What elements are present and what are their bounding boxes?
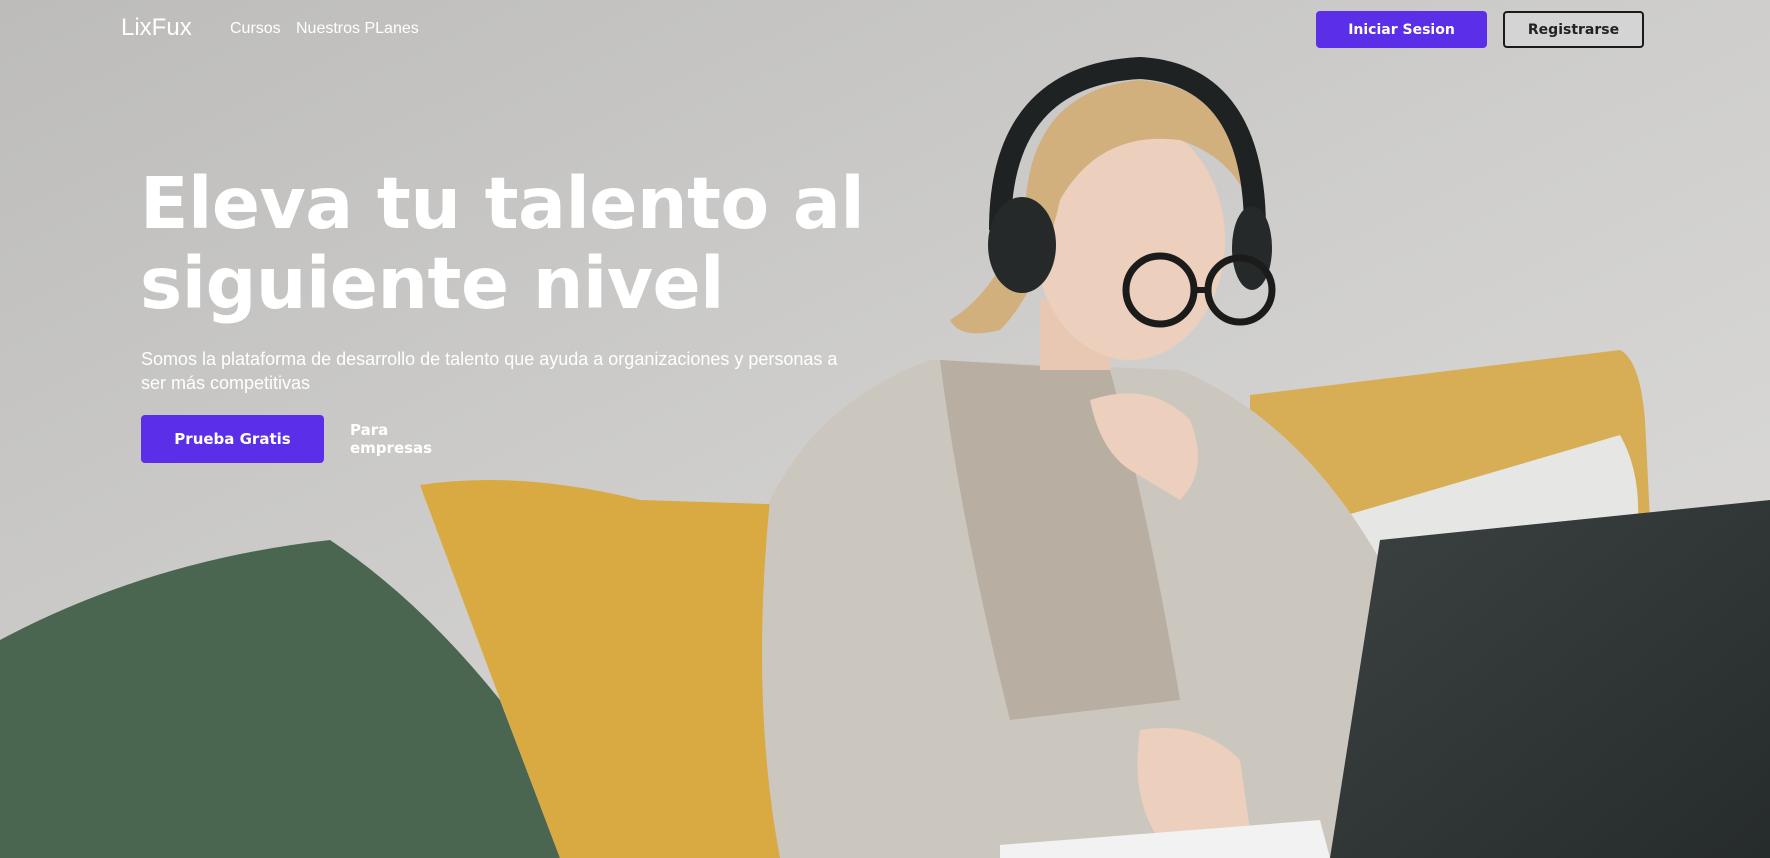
nav-link-nuestros-planes[interactable]: Nuestros PLanes <box>296 20 419 38</box>
hero-subtitle: Somos la plataforma de desarrollo de tal… <box>141 349 838 393</box>
hero-headline-line1: Eleva tu talento al <box>140 162 865 245</box>
hero-headline: Eleva tu talento al siguiente nivel <box>140 164 900 324</box>
brand-logo[interactable]: LixFux <box>121 14 192 42</box>
for-business-link[interactable]: Para empresas <box>350 415 470 463</box>
register-button[interactable]: Registrarse <box>1503 11 1644 48</box>
top-navbar: LixFux Cursos Nuestros PLanes Iniciar Se… <box>0 0 1770 60</box>
login-button[interactable]: Iniciar Sesion <box>1316 11 1487 48</box>
nav-link-cursos[interactable]: Cursos <box>230 20 281 38</box>
hero-headline-line2: siguiente nivel <box>140 242 724 325</box>
free-trial-button[interactable]: Prueba Gratis <box>141 415 324 463</box>
